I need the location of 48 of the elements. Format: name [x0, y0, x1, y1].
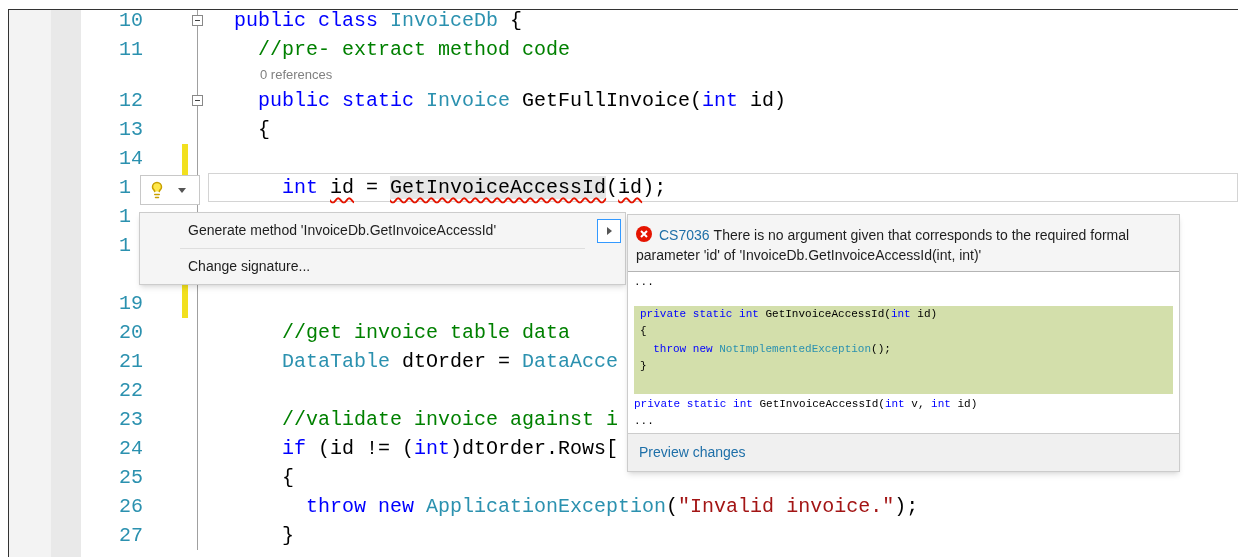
collapse-icon[interactable] — [192, 95, 203, 106]
caret-icon — [178, 187, 186, 193]
code-line: public static Invoice GetFullInvoice(int id) — [257, 87, 787, 114]
code-line: //validate invoice against i — [281, 406, 619, 433]
code-line: if (id != (int)dtOrder.Rows[ — [281, 435, 619, 462]
line-number: 20 — [119, 320, 143, 344]
code-line: { — [281, 464, 294, 491]
diff-line: private static int GetInvoiceAccessId(int id) — [639, 306, 939, 322]
diff-line: { — [639, 324, 648, 339]
code-line: { — [257, 116, 270, 143]
line-number: 24 — [119, 436, 143, 460]
diff-line: throw new NotImplementedException(); — [652, 341, 892, 357]
arrow-right-icon — [606, 226, 612, 235]
line-number: 12 — [119, 88, 143, 112]
line-number: 19 — [119, 291, 143, 315]
line-number: 1 — [119, 233, 131, 257]
line-number: 1 — [119, 175, 131, 199]
error-message: CS7036 There is no argument given that corresponds to the required formal parameter 'id' of 'InvoiceDb.GetInvoiceAccessId(int, int)' — [636, 225, 1131, 265]
code-line: //get invoice table data — [281, 319, 571, 346]
code-line: DataTable dtOrder = DataAcce — [281, 348, 619, 375]
submenu-arrow-button[interactable] — [597, 218, 621, 243]
line-number: 1 — [119, 204, 131, 228]
line-number: 22 — [119, 378, 143, 402]
line-number: 11 — [119, 37, 143, 61]
line-number: 21 — [119, 349, 143, 373]
code-line: } — [281, 522, 294, 549]
error-icon — [636, 226, 652, 242]
menu-item[interactable]: Generate method 'InvoiceDb.GetInvoiceAccessId' — [140, 213, 625, 248]
line-number: 26 — [119, 494, 143, 518]
collapse-icon[interactable] — [192, 15, 203, 26]
code-line: public class InvoiceDb { — [234, 10, 523, 34]
diff-line: } — [639, 359, 648, 374]
diff-line: private static int GetInvoiceAccessId(int v, int id) — [633, 396, 979, 412]
error-code-link[interactable]: CS7036 — [659, 227, 710, 243]
line-number: 25 — [119, 465, 143, 489]
code-line: int id = GetInvoiceAccessId(id); — [281, 174, 667, 201]
line-number: 13 — [119, 117, 143, 141]
menu-item[interactable]: Change signature... — [140, 249, 625, 284]
line-number: 27 — [119, 523, 143, 547]
line-number: 10 — [119, 10, 143, 32]
preview-changes-link[interactable]: Preview changes — [639, 441, 746, 463]
line-number: 14 — [119, 146, 143, 170]
line-number: 23 — [119, 407, 143, 431]
diff-line: ... — [633, 414, 655, 429]
code-line: throw new ApplicationException("Invalid invoice."); — [305, 493, 919, 520]
code-line: //pre- extract method code — [257, 36, 571, 63]
references-count[interactable]: 0 references — [260, 65, 333, 85]
diff-line: ... — [633, 275, 655, 290]
